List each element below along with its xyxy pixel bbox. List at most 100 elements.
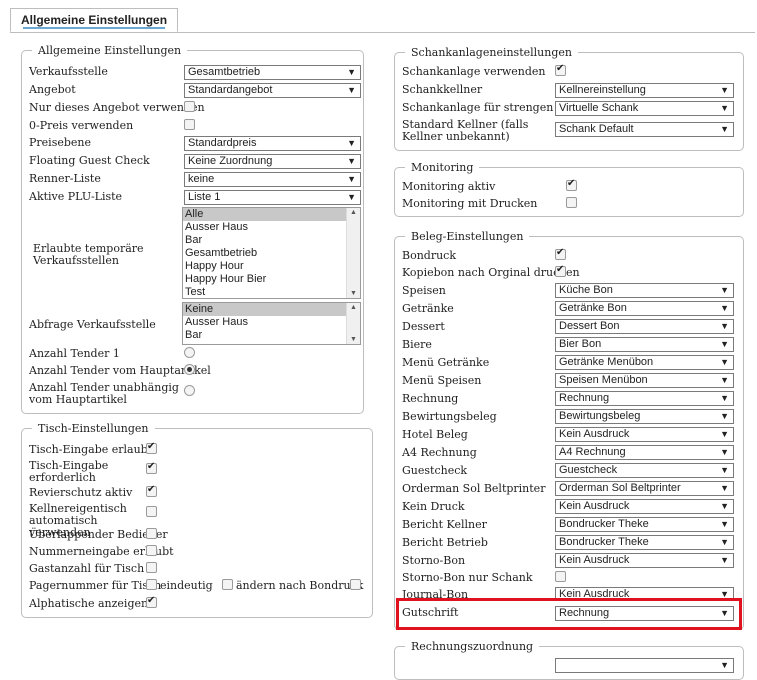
tender-unab-radio[interactable] bbox=[184, 385, 195, 396]
dropdown-arrow-icon: ▼ bbox=[720, 321, 729, 331]
gastanzahl-checkbox[interactable] bbox=[146, 562, 157, 573]
pager-aendern-checkbox[interactable] bbox=[222, 579, 233, 590]
angebot-select[interactable]: Standardangebot ▼ bbox=[184, 83, 361, 98]
tisch-eingabe-checkbox[interactable] bbox=[146, 441, 157, 454]
floating-select[interactable]: Keine Zuordnung ▼ bbox=[184, 154, 361, 169]
pager-extra-checkbox[interactable] bbox=[350, 579, 361, 590]
list-item[interactable]: Bar bbox=[183, 234, 360, 247]
revierschutz-checkbox[interactable] bbox=[146, 484, 157, 497]
verkaufsstelle-select[interactable]: Gesamtbetrieb ▼ bbox=[184, 65, 361, 80]
storno-select[interactable]: Kein Ausdruck ▼ bbox=[555, 553, 734, 568]
kopiebon-checkbox[interactable] bbox=[555, 264, 566, 277]
dropdown-arrow-icon: ▼ bbox=[720, 411, 729, 421]
highlight-box bbox=[396, 598, 742, 630]
speisen-select[interactable]: Küche Bon ▼ bbox=[555, 283, 734, 298]
schank-strengen-select[interactable]: Virtuelle Schank ▼ bbox=[555, 101, 734, 116]
hotel-value: Kein Ausdruck bbox=[559, 428, 630, 440]
getraenke-select[interactable]: Getränke Bon ▼ bbox=[555, 301, 734, 316]
biere-select[interactable]: Bier Bon ▼ bbox=[555, 337, 734, 352]
schank-standard-select[interactable]: Schank Default ▼ bbox=[555, 122, 734, 137]
angebot-value: Standardangebot bbox=[188, 84, 273, 96]
gastanzahl-label: Gastanzahl für Tisch bbox=[29, 562, 145, 575]
menu-speisen-select[interactable]: Speisen Menübon ▼ bbox=[555, 373, 734, 388]
plu-select[interactable]: Liste 1 ▼ bbox=[184, 190, 361, 205]
bewirtung-label: Bewirtungsbeleg bbox=[402, 410, 497, 423]
tisch-erforderlich-checkbox[interactable] bbox=[146, 461, 157, 474]
temp-stellen-listbox[interactable]: Alle Ausser Haus Bar Gesamtbetrieb Happy… bbox=[182, 207, 361, 299]
scroll-down-icon[interactable]: ▼ bbox=[347, 290, 360, 297]
list-item[interactable]: Happy Hour bbox=[183, 260, 360, 273]
dessert-select[interactable]: Dessert Bon ▼ bbox=[555, 319, 734, 334]
dropdown-arrow-icon: ▼ bbox=[720, 537, 729, 547]
a4-select[interactable]: A4 Rechnung ▼ bbox=[555, 445, 734, 460]
guestcheck-select[interactable]: Guestcheck ▼ bbox=[555, 463, 734, 478]
a4-label: A4 Rechnung bbox=[402, 446, 477, 459]
alpha-checkbox[interactable] bbox=[146, 595, 157, 608]
dropdown-arrow-icon: ▼ bbox=[347, 192, 356, 202]
menu-getraenke-select[interactable]: Getränke Menübon ▼ bbox=[555, 355, 734, 370]
scroll-down-icon[interactable]: ▼ bbox=[347, 336, 360, 343]
dropdown-arrow-icon: ▼ bbox=[720, 660, 729, 670]
bondruck-checkbox[interactable] bbox=[555, 247, 566, 260]
rechnung-select[interactable]: Rechnung ▼ bbox=[555, 391, 734, 406]
biere-value: Bier Bon bbox=[559, 338, 602, 350]
hotel-label: Hotel Beleg bbox=[402, 428, 468, 441]
list-item[interactable]: Ausser Haus bbox=[183, 316, 360, 329]
scroll-up-icon[interactable]: ▲ bbox=[347, 209, 360, 216]
abfrage-listbox[interactable]: Keine Ausser Haus Bar ▲ ▼ bbox=[182, 302, 361, 345]
tender-haupt-radio[interactable] bbox=[184, 364, 195, 375]
nur-angebot-label: Nur dieses Angebot verwenden bbox=[29, 101, 205, 114]
kellnereigen-checkbox[interactable] bbox=[146, 506, 157, 517]
list-item[interactable]: Ausser Haus bbox=[183, 221, 360, 234]
angebot-label: Angebot bbox=[29, 83, 76, 96]
dropdown-arrow-icon: ▼ bbox=[720, 285, 729, 295]
temp-stellen-label: Erlaubte temporäre Verkaufsstellen bbox=[33, 242, 144, 267]
null-preis-checkbox[interactable] bbox=[184, 119, 195, 130]
schank-standard-label: Standard Kellner (falls Kellner unbekann… bbox=[402, 118, 529, 143]
tender1-radio[interactable] bbox=[184, 347, 195, 358]
scroll-up-icon[interactable]: ▲ bbox=[347, 304, 360, 311]
schank-settings-body: Schankanlage verwenden Schankkellner Kel… bbox=[394, 46, 744, 151]
orderman-select[interactable]: Orderman Sol Beltprinter ▼ bbox=[555, 481, 734, 496]
list-item[interactable]: Keine bbox=[183, 303, 360, 316]
storno-schank-checkbox[interactable] bbox=[555, 571, 566, 582]
rechnung-zuordnung-select[interactable]: ▼ bbox=[555, 658, 734, 673]
list-item[interactable]: Gesamtbetrieb bbox=[183, 247, 360, 260]
list-item[interactable]: Test bbox=[183, 286, 360, 298]
ueberlappend-checkbox[interactable] bbox=[146, 528, 157, 539]
nummern-checkbox[interactable] bbox=[146, 545, 157, 556]
tab-allgemeine-einstellungen[interactable]: Allgemeine Einstellungen bbox=[10, 8, 179, 32]
list-item[interactable]: Bar bbox=[183, 329, 360, 342]
dropdown-arrow-icon: ▼ bbox=[720, 501, 729, 511]
list-item[interactable]: Alle bbox=[183, 208, 360, 221]
floating-value: Keine Zuordnung bbox=[188, 155, 273, 167]
abfrage-label: Abfrage Verkaufsstelle bbox=[29, 318, 156, 331]
dropdown-arrow-icon: ▼ bbox=[720, 339, 729, 349]
kopiebon-label: Kopiebon nach Orginal drucken bbox=[402, 266, 580, 279]
bericht-betrieb-value: Bondrucker Theke bbox=[559, 536, 649, 548]
pager-eindeutig-checkbox[interactable] bbox=[146, 579, 157, 590]
dropdown-arrow-icon: ▼ bbox=[720, 303, 729, 313]
monitoring-drucken-checkbox[interactable] bbox=[566, 197, 577, 208]
schank-verwenden-checkbox[interactable] bbox=[555, 63, 566, 76]
monitoring-aktiv-checkbox[interactable] bbox=[566, 178, 577, 191]
guestcheck-label: Guestcheck bbox=[402, 464, 468, 477]
list-item[interactable]: Happy Hour Bier bbox=[183, 273, 360, 286]
hotel-select[interactable]: Kein Ausdruck ▼ bbox=[555, 427, 734, 442]
kein-druck-select[interactable]: Kein Ausdruck ▼ bbox=[555, 499, 734, 514]
nur-angebot-checkbox[interactable] bbox=[184, 101, 195, 112]
preisebene-select[interactable]: Standardpreis ▼ bbox=[184, 136, 361, 151]
menu-getraenke-value: Getränke Menübon bbox=[559, 356, 654, 368]
bericht-kellner-select[interactable]: Bondrucker Theke ▼ bbox=[555, 517, 734, 532]
bewirtung-value: Bewirtungsbeleg bbox=[559, 410, 641, 422]
scrollbar[interactable]: ▲ ▼ bbox=[346, 208, 360, 298]
schank-kellner-label: Schankkellner bbox=[402, 83, 483, 96]
renner-select[interactable]: keine ▼ bbox=[184, 172, 361, 187]
scrollbar[interactable]: ▲ ▼ bbox=[346, 303, 360, 344]
dropdown-arrow-icon: ▼ bbox=[720, 519, 729, 529]
bewirtung-select[interactable]: Bewirtungsbeleg ▼ bbox=[555, 409, 734, 424]
verkaufsstelle-label: Verkaufsstelle bbox=[29, 65, 108, 78]
schank-kellner-select[interactable]: Kellnereinstellung ▼ bbox=[555, 83, 734, 98]
tisch-erforderlich-label: Tisch-Eingabe erforderlich bbox=[29, 459, 109, 484]
bericht-betrieb-select[interactable]: Bondrucker Theke ▼ bbox=[555, 535, 734, 550]
